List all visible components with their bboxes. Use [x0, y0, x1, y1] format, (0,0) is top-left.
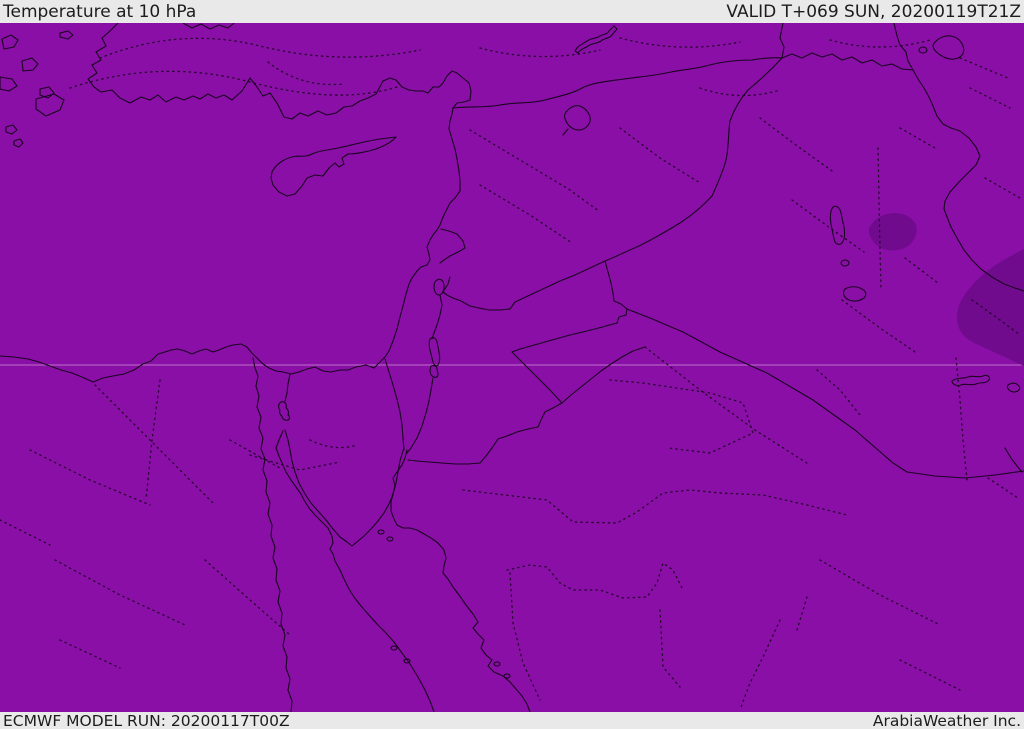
footer-bar: ECMWF MODEL RUN: 20200117T00Z ArabiaWeat… — [0, 712, 1024, 729]
weather-map-screen: Temperature at 10 hPa VALID T+069 SUN, 2… — [0, 0, 1024, 729]
header-bar: Temperature at 10 hPa VALID T+069 SUN, 2… — [0, 0, 1024, 23]
model-run-label: ECMWF MODEL RUN: 20200117T00Z — [3, 711, 290, 729]
valid-time-label: VALID T+069 SUN, 20200119T21Z — [726, 1, 1021, 22]
page-title: Temperature at 10 hPa — [3, 1, 197, 22]
credit-label: ArabiaWeather Inc. — [872, 711, 1021, 729]
weather-map — [0, 0, 1024, 729]
